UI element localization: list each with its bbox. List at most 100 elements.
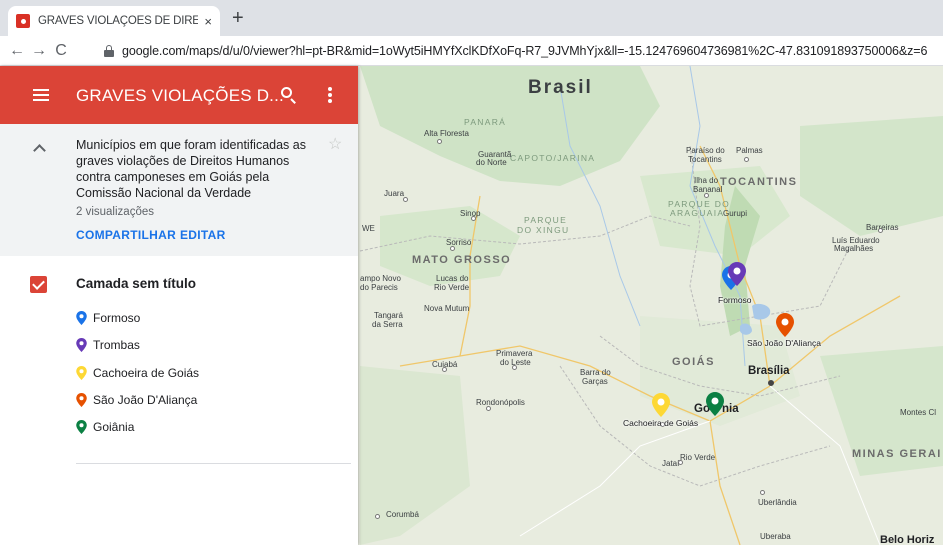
city-label: Paraíso do <box>686 146 725 155</box>
tab-close-icon[interactable]: × <box>204 14 212 29</box>
map-pin-goiania[interactable] <box>706 392 724 416</box>
marker-label-cachoeira: Cachoeira de Goiás <box>623 418 699 428</box>
layer-title: Camada sem título <box>76 276 197 291</box>
new-tab-icon[interactable]: + <box>232 8 244 28</box>
city-label: Rondonópolis <box>476 398 525 407</box>
forward-arrow-icon[interactable]: → <box>28 36 50 66</box>
legend-panel: GRAVES VIOLAÇÕES D... Municípios em que … <box>0 66 358 545</box>
city-label: Belo Horiz <box>880 534 935 545</box>
city-label: Rio Verde <box>434 283 470 292</box>
divider <box>76 463 351 464</box>
map-pin-icon <box>76 366 87 380</box>
state-label-minas: MINAS GERAI <box>852 448 942 460</box>
city-label: do Parecis <box>360 283 398 292</box>
state-label-mato-grosso: MATO GROSSO <box>412 254 512 266</box>
reload-icon[interactable]: C <box>50 36 72 66</box>
city-dot <box>471 216 476 221</box>
browser-tab[interactable]: GRAVES VIOLAÇÕES DE DIREITOS × <box>8 6 220 36</box>
city-label: Sorriso <box>446 238 472 247</box>
browser-toolbar: ← → C google.com/maps/d/u/0/viewer?hl=pt… <box>0 36 943 66</box>
capital-dot <box>768 380 774 386</box>
city-label: Ilha do <box>694 176 719 185</box>
city-dot <box>704 193 709 198</box>
legend-label: São João D'Aliança <box>93 393 198 407</box>
legend-item-sao-joao[interactable]: São João D'Aliança <box>76 392 197 408</box>
browser-window: GRAVES VIOLAÇÕES DE DIREITOS × + ← → C g… <box>0 0 943 545</box>
city-dot <box>512 365 517 370</box>
layer-checkbox[interactable] <box>30 276 47 293</box>
city-dot <box>486 406 491 411</box>
park-label-xingu-2: DO XINGU <box>517 225 570 235</box>
legend-label: Trombas <box>93 338 140 352</box>
map-description: Municípios em que foram identificadas as… <box>76 138 306 200</box>
city-label: da Serra <box>372 320 403 329</box>
tab-title: GRAVES VIOLAÇÕES DE DIREITOS <box>38 15 199 27</box>
city-dot <box>878 228 883 233</box>
legend-item-cachoeira[interactable]: Cachoeira de Goiás <box>76 365 199 381</box>
map-pin-cachoeira[interactable] <box>652 393 670 417</box>
city-label: Uberlândia <box>758 498 797 507</box>
city-label: Jataí <box>662 459 680 468</box>
hamburger-menu-icon[interactable] <box>33 89 49 101</box>
city-dot <box>760 490 765 495</box>
marker-label-sao-joao: São João D'Aliança <box>747 338 821 348</box>
capital-label-brasilia: Brasília <box>748 365 790 377</box>
panel-header: GRAVES VIOLAÇÕES D... <box>0 66 358 124</box>
city-label: Juara <box>384 189 405 198</box>
city-label: ampo Novo <box>360 274 401 283</box>
star-icon[interactable]: ☆ <box>328 136 342 154</box>
city-label: Barra do <box>580 368 611 377</box>
state-label-tocantins: TOCANTINS <box>720 176 798 188</box>
map-title: GRAVES VIOLAÇÕES D... <box>76 86 284 105</box>
map-pin-trombas[interactable] <box>728 262 746 286</box>
maps-favicon-icon <box>16 14 30 28</box>
park-label-capoto: CAPOTO/JARINA <box>510 153 596 163</box>
city-label: Alta Floresta <box>424 129 469 138</box>
address-bar[interactable]: google.com/maps/d/u/0/viewer?hl=pt-BR&mi… <box>104 40 940 62</box>
map-pin-icon <box>76 420 87 434</box>
city-label: Primavera <box>496 349 533 358</box>
tab-bar: GRAVES VIOLAÇÕES DE DIREITOS × + <box>0 0 943 36</box>
city-label: Montes Cl <box>900 408 937 417</box>
city-label: Palmas <box>736 146 763 155</box>
back-arrow-icon[interactable]: ← <box>6 36 28 66</box>
city-dot <box>437 139 442 144</box>
more-vert-icon[interactable] <box>328 87 332 103</box>
city-dot <box>442 367 447 372</box>
legend-item-goiania[interactable]: Goiânia <box>76 419 134 435</box>
city-label: WE <box>362 224 375 233</box>
city-label: Garças <box>582 377 608 386</box>
city-label: Corumbá <box>386 510 419 519</box>
city-dot <box>678 460 683 465</box>
map-pin-sao-joao[interactable] <box>776 313 794 337</box>
city-dot <box>375 514 380 519</box>
edit-button[interactable]: EDITAR <box>180 228 226 242</box>
share-button[interactable]: COMPARTILHAR <box>76 228 176 242</box>
city-label: Magalhães <box>834 244 874 253</box>
city-label: Lucas do <box>436 274 469 283</box>
city-label: Uberaba <box>760 532 791 541</box>
city-dot <box>403 197 408 202</box>
city-label: Rio Verde <box>680 453 716 462</box>
lock-icon <box>104 45 114 57</box>
park-label-araguaia-2: ARAGUAIA <box>670 208 725 218</box>
map-pin-icon <box>76 393 87 407</box>
park-label-xingu-1: PARQUE <box>524 215 568 225</box>
city-label: Nova Mutum <box>424 304 470 313</box>
legend-item-formoso[interactable]: Formoso <box>76 310 140 326</box>
map-pin-icon <box>76 311 87 325</box>
marker-label-formoso: Formoso <box>718 295 752 305</box>
state-label-goias: GOIÁS <box>672 356 715 368</box>
search-icon[interactable] <box>281 87 297 104</box>
city-dot <box>744 157 749 162</box>
city-label: Tangará <box>374 311 403 320</box>
view-count: 2 visualizações <box>76 206 154 218</box>
map-pin-icon <box>76 338 87 352</box>
legend-label: Formoso <box>93 311 141 325</box>
city-label: do Norte <box>476 158 507 167</box>
map-description-block: Municípios em que foram identificadas as… <box>0 124 358 256</box>
legend-item-trombas[interactable]: Trombas <box>76 337 140 353</box>
city-label: Tocantins <box>688 155 722 164</box>
chevron-up-icon[interactable] <box>33 142 45 154</box>
park-label-panara: PANARÁ <box>464 117 507 127</box>
